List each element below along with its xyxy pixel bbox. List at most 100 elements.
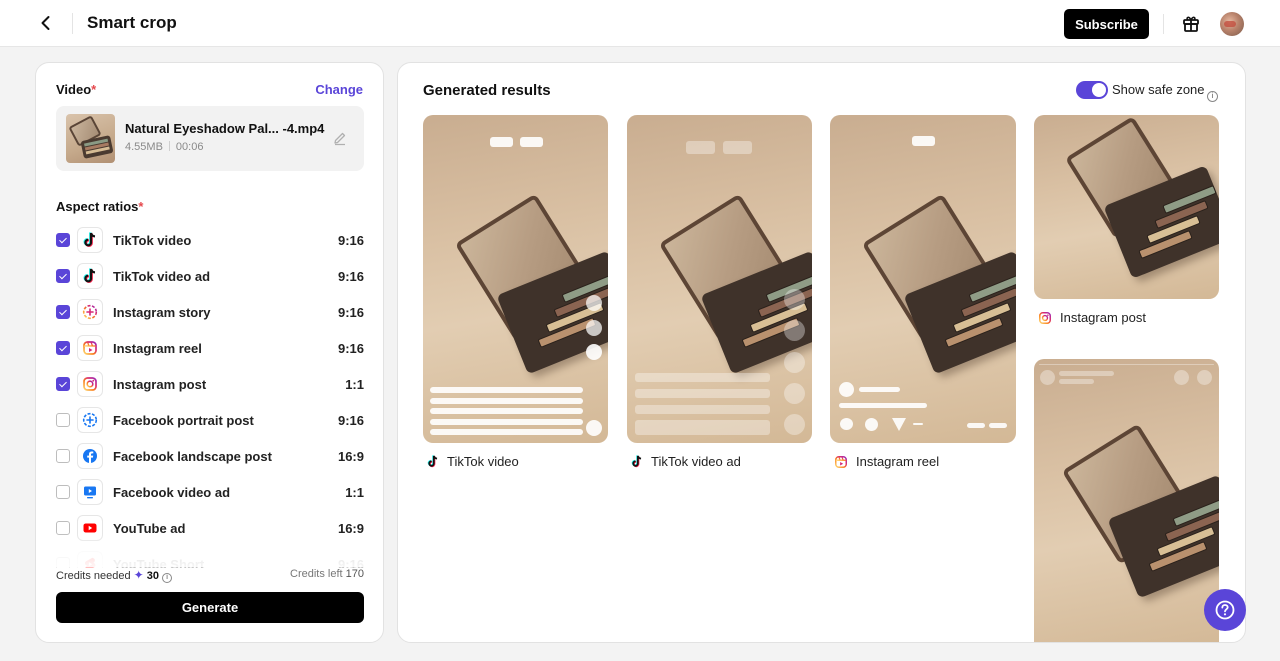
page-title: Smart crop <box>87 13 177 32</box>
aspect-option-instagram-reel[interactable]: Instagram reel 9:16 <box>56 331 364 367</box>
aspect-option-name: Instagram story <box>113 305 211 320</box>
safe-zone-overlay <box>635 373 770 382</box>
video-card: Natural Eyeshadow Pal... -4.mp4 4.55MB 00… <box>56 106 364 171</box>
checkbox[interactable] <box>56 377 70 391</box>
aspect-option-facebook-video-ad[interactable]: Facebook video ad 1:1 <box>56 475 364 511</box>
safe-zone-overlay <box>989 423 1007 428</box>
palette-image <box>1034 359 1219 642</box>
safe-zone-overlay <box>1197 370 1212 385</box>
safe-zone-overlay <box>839 382 854 397</box>
safe-zone-overlay <box>490 137 513 147</box>
safe-zone-overlay <box>784 320 805 341</box>
credits-needed: Credits needed ✦ 30 i <box>56 568 173 583</box>
edit-video-button[interactable] <box>332 130 348 146</box>
checkbox[interactable] <box>56 269 70 283</box>
back-button[interactable] <box>36 13 56 33</box>
checkbox[interactable] <box>56 341 70 355</box>
generate-button[interactable]: Generate <box>56 592 364 623</box>
safe-zone-overlay <box>430 387 583 393</box>
safe-zone-overlay <box>784 414 805 435</box>
safe-zone-overlay <box>686 141 715 154</box>
credits-left-value: 170 <box>345 568 364 580</box>
aspect-option-name: TikTok video <box>113 233 192 248</box>
safe-zone-overlay <box>430 429 583 435</box>
results-panel: Generated results Show safe zone i TikTo… <box>397 62 1246 643</box>
facebook-video-icon <box>77 479 103 505</box>
help-button[interactable] <box>1204 589 1246 631</box>
info-icon[interactable]: i <box>162 573 173 583</box>
change-video-link[interactable]: Change <box>315 82 363 97</box>
safe-zone-overlay <box>1039 364 1214 365</box>
info-icon[interactable]: i <box>1207 85 1218 103</box>
checkbox[interactable] <box>56 305 70 319</box>
avatar[interactable] <box>1220 12 1244 36</box>
safe-zone-overlay <box>1174 370 1189 385</box>
result-preview[interactable] <box>830 115 1016 443</box>
result-preview[interactable] <box>627 115 812 443</box>
instagram-icon <box>77 371 103 397</box>
aspect-option-name: Facebook portrait post <box>113 413 254 428</box>
palette-image <box>423 115 608 443</box>
safe-zone-overlay <box>1059 379 1094 384</box>
aspect-option-tiktok-video-ad[interactable]: TikTok video ad 9:16 <box>56 259 364 295</box>
aspect-option-tiktok-video[interactable]: TikTok video 9:16 <box>56 223 364 259</box>
safe-zone-overlay <box>635 420 770 435</box>
comment-icon <box>865 418 878 431</box>
checkbox[interactable] <box>56 485 70 499</box>
safe-zone-label: Show safe zone <box>1112 82 1205 97</box>
checkbox[interactable] <box>56 449 70 463</box>
credits-row: Credits needed ✦ 30 i Credits left 170 <box>56 568 364 584</box>
result-preview[interactable] <box>1034 359 1219 642</box>
aspect-option-ratio: 9:16 <box>337 305 364 320</box>
aspect-option-ratio: 9:16 <box>337 269 364 284</box>
video-meta: 4.55MB 00:06 <box>125 141 203 153</box>
result-card[interactable] <box>1034 359 1219 642</box>
aspect-option-ratio: 16:9 <box>337 521 364 536</box>
aspect-ratio-list: TikTok video 9:16 TikTok video ad 9:16 I… <box>56 223 364 583</box>
safe-zone-overlay <box>859 387 900 392</box>
aspect-option-name: Instagram post <box>113 377 207 392</box>
aspect-option-facebook-landscape-post[interactable]: Facebook landscape post 16:9 <box>56 439 364 475</box>
result-preview[interactable] <box>1034 115 1219 299</box>
aspect-option-ratio: 1:1 <box>345 485 364 500</box>
video-file-name: Natural Eyeshadow Pal... -4.mp4 <box>125 121 325 136</box>
aspect-option-youtube-ad[interactable]: YouTube ad 16:9 <box>56 511 364 547</box>
gift-icon <box>1183 16 1199 32</box>
aspect-option-instagram-post[interactable]: Instagram post 1:1 <box>56 367 364 403</box>
checkbox[interactable] <box>56 413 70 427</box>
more-icon <box>913 423 923 425</box>
video-duration: 00:06 <box>175 141 204 153</box>
divider <box>1163 14 1164 34</box>
safe-zone-overlay <box>430 419 583 425</box>
aspect-ratios-label: Aspect ratios* <box>56 199 144 214</box>
safe-zone-overlay <box>723 141 752 154</box>
palette-image <box>830 115 1016 443</box>
result-card-instagram-post[interactable]: Instagram post <box>1034 115 1219 330</box>
sparkle-icon: ✦ <box>133 568 144 582</box>
checkbox[interactable] <box>56 233 70 247</box>
safe-zone-overlay <box>635 405 770 414</box>
safe-zone-overlay <box>586 295 602 311</box>
safe-zone-toggle[interactable] <box>1076 81 1108 99</box>
result-card-tiktok-video[interactable]: TikTok video <box>423 115 608 475</box>
tiktok-icon <box>77 227 103 253</box>
result-preview[interactable] <box>423 115 608 443</box>
safe-zone-overlay <box>839 403 927 408</box>
aspect-option-ratio: 9:16 <box>337 233 364 248</box>
safe-zone-overlay <box>520 137 543 147</box>
aspect-option-ratio: 16:9 <box>337 449 364 464</box>
result-card-instagram-reel[interactable]: Instagram reel <box>830 115 1016 475</box>
safe-zone-overlay <box>635 389 770 398</box>
results-title: Generated results <box>423 82 551 99</box>
facebook-icon <box>77 443 103 469</box>
aspect-option-instagram-story[interactable]: Instagram story 9:16 <box>56 295 364 331</box>
video-size: 4.55MB <box>125 141 163 153</box>
subscribe-button[interactable]: Subscribe <box>1064 9 1149 39</box>
checkbox[interactable] <box>56 521 70 535</box>
result-card-tiktok-video-ad[interactable]: TikTok video ad <box>627 115 812 475</box>
safe-zone-overlay <box>430 398 583 404</box>
aspect-option-facebook-portrait-post[interactable]: Facebook portrait post 9:16 <box>56 403 364 439</box>
gift-button[interactable] <box>1181 13 1201 33</box>
palette-image <box>1034 115 1219 299</box>
heart-icon <box>840 418 853 430</box>
